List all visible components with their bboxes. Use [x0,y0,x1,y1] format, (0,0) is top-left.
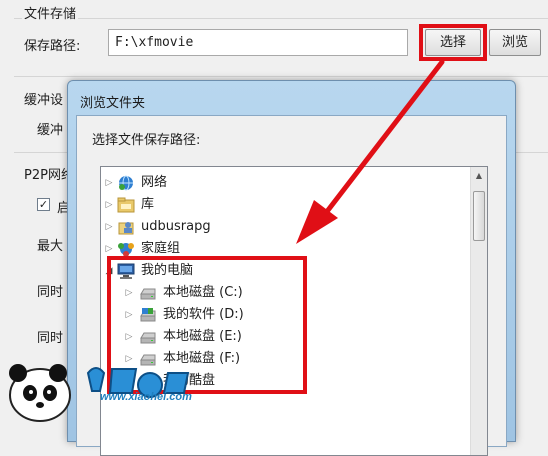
panda-mascot-icon [9,364,190,422]
watermark-logo [0,355,200,425]
watermark-url: www.xiaohei.com [100,391,192,403]
